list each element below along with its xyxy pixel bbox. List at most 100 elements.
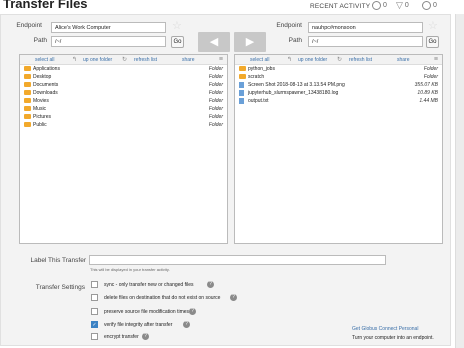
file-row[interactable]: Pictures Folder xyxy=(20,113,227,121)
right-share[interactable]: share xyxy=(397,57,410,63)
file-name: Pictures xyxy=(33,114,52,120)
file-name: Music xyxy=(33,106,47,112)
folder-icon xyxy=(24,98,31,105)
left-endpoint-label: Endpoint xyxy=(16,22,42,29)
refresh-icon[interactable]: ↻ xyxy=(122,56,127,63)
file-row[interactable]: Music Folder xyxy=(20,105,227,113)
folder-icon xyxy=(24,66,31,73)
file-row[interactable]: Applications Folder xyxy=(20,65,227,73)
transfer-settings-label: Transfer Settings xyxy=(35,284,85,291)
right-refresh-list[interactable]: refresh list xyxy=(349,57,372,63)
left-go-button[interactable]: Go xyxy=(171,36,184,48)
get-gcp-subtext: Turn your computer into an endpoint. xyxy=(352,335,434,341)
question-icon[interactable]: ? xyxy=(189,308,196,315)
folder-icon xyxy=(24,90,31,97)
file-size: Folder xyxy=(423,74,438,80)
file-name: Screen Shot 2018-08-13 at 3.13.54 PM.png xyxy=(248,82,345,88)
file-name: python_jobs xyxy=(248,66,275,72)
left-pane-toolbar: select all ↰ up one folder ↻ refresh lis… xyxy=(20,55,227,65)
file-icon xyxy=(239,98,244,106)
folder-icon xyxy=(239,74,246,81)
option-label[interactable]: preserve source file modification times xyxy=(104,309,189,315)
file-size: Folder xyxy=(208,122,223,128)
page-title: Transfer Files xyxy=(3,0,88,11)
file-row[interactable]: scratch Folder xyxy=(235,73,442,81)
active-count-value: 0 xyxy=(383,2,387,9)
failed-count-value: 0 xyxy=(404,2,409,9)
file-size: Folder xyxy=(423,66,438,72)
file-row[interactable]: Documents Folder xyxy=(20,81,227,89)
folder-icon xyxy=(239,66,246,73)
file-row[interactable]: Desktop Folder xyxy=(20,73,227,81)
folder-icon xyxy=(24,74,31,81)
file-name: Documents xyxy=(33,82,59,88)
arrow-left-icon: ◀ xyxy=(209,36,219,48)
succeeded-count-value: 0 xyxy=(433,2,437,9)
file-row[interactable]: jupyterhub_slurmspawner_13438180.log 10.8… xyxy=(235,89,442,97)
option-checkbox[interactable] xyxy=(91,294,98,301)
option-checkbox[interactable] xyxy=(91,281,98,288)
right-up-one-folder[interactable]: up one folder xyxy=(298,57,327,63)
file-name: Applications xyxy=(33,66,60,72)
recent-activity-label[interactable]: RECENT ACTIVITY xyxy=(310,3,370,10)
left-endpoint-field[interactable]: Alice's Work Computer xyxy=(51,22,166,33)
folder-icon xyxy=(24,106,31,113)
option-label[interactable]: encrypt transfer xyxy=(104,334,139,340)
right-file-pane[interactable]: select all ↰ up one folder ↻ refresh lis… xyxy=(234,54,443,244)
left-path-field[interactable]: /~/ xyxy=(51,36,166,47)
file-size: 1.44 MB xyxy=(419,98,438,104)
question-icon[interactable]: ? xyxy=(183,321,190,328)
star-icon[interactable]: ☆ xyxy=(172,21,182,32)
label-transfer-label: Label This Transfer xyxy=(30,257,86,264)
circle-icon xyxy=(372,1,381,10)
right-file-list: python_jobs Folder scratch Folder Screen Sho… xyxy=(235,65,442,105)
star-icon[interactable]: ☆ xyxy=(428,21,438,32)
failed-count[interactable]: ▽ 0 xyxy=(396,1,409,10)
file-size: Folder xyxy=(208,66,223,72)
file-size: Folder xyxy=(208,74,223,80)
left-file-pane[interactable]: select all ↰ up one folder ↻ refresh lis… xyxy=(19,54,228,244)
folder-icon xyxy=(24,82,31,89)
question-icon[interactable]: ? xyxy=(207,281,214,288)
left-select-all[interactable]: select all xyxy=(35,57,54,63)
refresh-icon[interactable]: ↻ xyxy=(337,56,342,63)
file-name: Desktop xyxy=(33,74,52,80)
up-folder-icon[interactable]: ↰ xyxy=(72,56,77,63)
scrollbar-edge[interactable] xyxy=(455,14,464,348)
get-gcp-link[interactable]: Get Globus Connect Personal xyxy=(352,326,418,332)
option-label[interactable]: sync - only transfer new or changed file… xyxy=(104,282,194,288)
question-icon[interactable]: ? xyxy=(230,294,237,301)
left-up-one-folder[interactable]: up one folder xyxy=(83,57,112,63)
option-checkbox[interactable] xyxy=(91,333,98,340)
circle-icon xyxy=(422,1,431,10)
transfer-right-button[interactable]: ▶ xyxy=(234,32,266,52)
question-icon[interactable]: ? xyxy=(142,333,149,340)
file-name: Public xyxy=(33,122,47,128)
right-endpoint-label: Endpoint xyxy=(276,22,302,29)
option-checkbox[interactable]: ✓ xyxy=(91,321,98,328)
option-checkbox[interactable] xyxy=(91,308,98,315)
right-path-field[interactable]: /~/ xyxy=(308,36,423,47)
file-row[interactable]: output.txt 1.44 MB xyxy=(235,97,442,105)
file-row[interactable]: Movies Folder xyxy=(20,97,227,105)
file-name: scratch xyxy=(248,74,265,80)
file-row[interactable]: Screen Shot 2018-08-13 at 3.13.54 PM.png… xyxy=(235,81,442,89)
succeeded-count[interactable]: 0 xyxy=(422,1,437,10)
file-size: Folder xyxy=(208,90,223,96)
option-label[interactable]: delete files on destination that do not … xyxy=(104,295,220,301)
option-label[interactable]: verify file integrity after transfer xyxy=(104,322,172,328)
right-select-all[interactable]: select all xyxy=(250,57,269,63)
menu-icon[interactable]: ≡ xyxy=(434,56,438,63)
left-share[interactable]: share xyxy=(182,57,195,63)
transfer-left-button[interactable]: ◀ xyxy=(198,32,230,52)
label-transfer-field[interactable] xyxy=(89,255,386,265)
up-folder-icon[interactable]: ↰ xyxy=(287,56,292,63)
left-refresh-list[interactable]: refresh list xyxy=(134,57,157,63)
right-endpoint-field[interactable]: nauhpc#monsoon xyxy=(308,22,423,33)
file-row[interactable]: python_jobs Folder xyxy=(235,65,442,73)
menu-icon[interactable]: ≡ xyxy=(219,56,223,63)
active-count[interactable]: 0 xyxy=(372,1,387,10)
right-go-button[interactable]: Go xyxy=(426,36,439,48)
file-row[interactable]: Public Folder xyxy=(20,121,227,129)
file-row[interactable]: Downloads Folder xyxy=(20,89,227,97)
